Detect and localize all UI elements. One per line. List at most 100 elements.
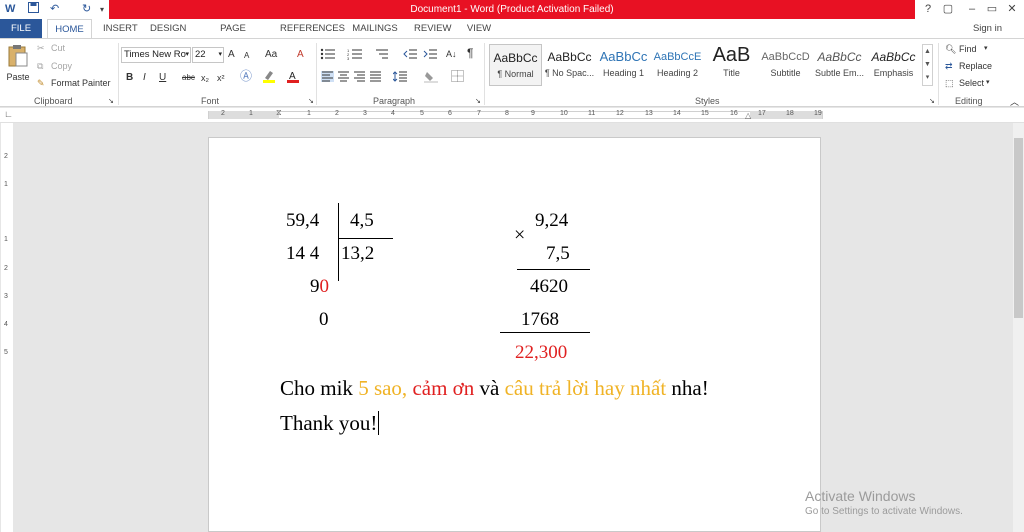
- change-case-button[interactable]: Aa: [265, 49, 277, 61]
- clipboard-launcher-icon[interactable]: ↘: [108, 96, 114, 108]
- undo-icon[interactable]: ↶: [50, 2, 59, 17]
- multiply-factor-a: 9,24: [535, 210, 569, 231]
- style-heading-2[interactable]: AaBbCcE Heading 2: [651, 44, 704, 86]
- numbering-icon[interactable]: 123: [347, 48, 363, 63]
- bold-button[interactable]: B: [126, 72, 133, 84]
- clear-formatting-button[interactable]: A: [297, 49, 304, 61]
- separator: [118, 43, 119, 105]
- message-part: và: [474, 376, 505, 400]
- find-button[interactable]: Find: [959, 43, 977, 55]
- bullets-icon[interactable]: [320, 48, 336, 63]
- ruler-number: 1: [4, 236, 8, 243]
- thank-you-text: Thank you!: [280, 411, 378, 435]
- style-subtle-emphasis[interactable]: AaBbCc Subtle Em...: [813, 44, 866, 86]
- strikethrough-button[interactable]: abc: [182, 72, 195, 84]
- division-remainder: 0: [319, 309, 329, 330]
- increase-indent-icon[interactable]: [423, 48, 437, 63]
- style-heading-1[interactable]: AaBbCc Heading 1: [597, 44, 650, 86]
- paragraph-group-label: Paragraph: [373, 96, 416, 106]
- shrink-font-button[interactable]: A: [244, 50, 249, 62]
- message-part-highlight: câu trả lời hay nhất: [504, 376, 667, 400]
- ruler-number: 19: [814, 110, 822, 117]
- tab-design[interactable]: DESIGN: [150, 19, 186, 38]
- ribbon-tabs: FILE HOME INSERT DESIGN PAGE LAYOUT REFE…: [0, 19, 1024, 53]
- paragraph-launcher-icon[interactable]: ↘: [475, 96, 481, 108]
- font-size-box[interactable]: 22 ▾: [192, 47, 224, 63]
- style-preview: AaBbCc: [547, 50, 592, 64]
- line-spacing-icon[interactable]: [392, 71, 408, 85]
- document-page[interactable]: [208, 137, 821, 532]
- tab-home[interactable]: HOME: [47, 19, 92, 38]
- activation-watermark: Activate Windows Go to Settings to activ…: [805, 488, 963, 517]
- customize-qat-icon[interactable]: ▾: [100, 2, 104, 17]
- format-painter-button[interactable]: Format Painter: [51, 77, 111, 89]
- styles-launcher-icon[interactable]: ↘: [929, 96, 935, 108]
- underline-button[interactable]: U: [159, 72, 166, 84]
- align-center-icon[interactable]: [337, 71, 350, 85]
- tab-insert[interactable]: INSERT: [103, 19, 138, 38]
- grow-font-button[interactable]: A: [228, 49, 235, 61]
- highlight-icon[interactable]: [262, 69, 276, 86]
- redo-icon[interactable]: ↻: [82, 2, 91, 17]
- style-name: Title: [723, 68, 740, 78]
- ruler-number: 1: [249, 110, 253, 117]
- align-left-icon[interactable]: [321, 71, 334, 85]
- tab-page-layout[interactable]: PAGE LAYOUT: [203, 19, 263, 53]
- horizontal-ruler[interactable]: ∟ 2 1 1 2 3 4 5 6 7 8 9 10 11 12 13 14 1…: [0, 108, 1024, 123]
- multilevel-list-icon[interactable]: [373, 48, 389, 63]
- ruler-number: 7: [477, 110, 481, 117]
- division-step2-red-digit: 0: [319, 276, 330, 297]
- tab-review[interactable]: REVIEW: [414, 19, 451, 38]
- vertical-ruler[interactable]: 2 1 1 2 3 4 5: [1, 123, 13, 532]
- style-no-spacing[interactable]: AaBbCc ¶ No Spac...: [543, 44, 596, 86]
- font-launcher-icon[interactable]: ↘: [308, 96, 314, 108]
- vertical-scrollbar[interactable]: [1013, 123, 1024, 532]
- tab-file[interactable]: FILE: [0, 19, 42, 38]
- tab-view[interactable]: VIEW: [466, 19, 492, 38]
- right-indent-marker-icon[interactable]: △: [745, 111, 751, 120]
- chevron-down-icon: ▾: [986, 79, 990, 86]
- sort-icon[interactable]: A↓: [446, 48, 457, 60]
- copy-button[interactable]: Copy: [51, 60, 72, 72]
- collapse-ribbon-icon[interactable]: ︿: [1010, 96, 1019, 108]
- multiply-factor-b: 7,5: [546, 243, 570, 264]
- help-button[interactable]: ?: [918, 1, 938, 18]
- editing-group-label: Editing: [955, 96, 983, 106]
- tab-mailings[interactable]: MAILINGS: [352, 19, 398, 38]
- style-emphasis[interactable]: AaBbCc Emphasis: [867, 44, 920, 86]
- shading-icon[interactable]: [424, 70, 440, 86]
- justify-icon[interactable]: [369, 71, 382, 85]
- italic-button[interactable]: I: [143, 72, 146, 84]
- show-formatting-button[interactable]: ¶: [467, 47, 473, 59]
- cut-button[interactable]: Cut: [51, 42, 65, 54]
- sign-in-link[interactable]: Sign in: [973, 19, 1002, 38]
- styles-scroll[interactable]: ▲ ▼ ▾: [922, 44, 933, 86]
- paste-button[interactable]: Paste: [4, 44, 32, 92]
- align-right-icon[interactable]: [353, 71, 366, 85]
- replace-button[interactable]: Replace: [959, 60, 992, 72]
- chevron-down-icon: ▾: [984, 45, 988, 52]
- maximize-button[interactable]: ▭: [982, 1, 1002, 18]
- superscript-button[interactable]: x²: [217, 72, 225, 84]
- chevron-down-icon: ▾: [185, 51, 189, 58]
- text-effects-icon[interactable]: Ⓐ: [240, 70, 252, 82]
- ribbon-display-button[interactable]: ▢: [938, 1, 958, 18]
- word-app-icon[interactable]: W: [5, 2, 15, 17]
- scrollbar-thumb[interactable]: [1014, 138, 1023, 318]
- subscript-button[interactable]: x₂: [201, 72, 209, 84]
- style-normal[interactable]: AaBbCc ¶ Normal: [489, 44, 542, 86]
- borders-icon[interactable]: [451, 70, 464, 85]
- font-color-icon[interactable]: A: [287, 69, 299, 86]
- select-button[interactable]: Select: [959, 77, 984, 89]
- style-title[interactable]: AaB Title: [705, 44, 758, 86]
- tab-selector-icon[interactable]: ∟: [4, 109, 13, 119]
- select-icon: ⬚: [945, 78, 954, 88]
- decrease-indent-icon[interactable]: [403, 48, 417, 63]
- minimize-button[interactable]: –: [962, 1, 982, 18]
- save-icon[interactable]: [28, 2, 39, 17]
- style-subtitle[interactable]: AaBbCcD Subtitle: [759, 44, 812, 86]
- indent-marker-icon[interactable]: ⧖: [276, 108, 282, 118]
- tab-references[interactable]: REFERENCES: [280, 19, 345, 38]
- close-button[interactable]: ✕: [1002, 1, 1022, 18]
- font-name-box[interactable]: Times New Ro ▾: [121, 47, 191, 63]
